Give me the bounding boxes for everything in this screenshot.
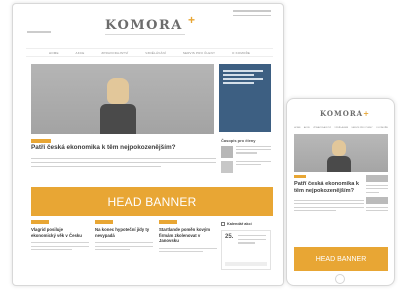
tablet-screen: KOMORA+ HOME AKCE ZPRAVODAJSTVÍ VZDĚLÁVÁ… — [292, 105, 390, 271]
tablet-nav-item[interactable]: SERVIS PRO ČLENY — [351, 127, 372, 129]
home-button-icon[interactable] — [335, 274, 345, 284]
head-banner[interactable]: HEAD BANNER — [31, 187, 273, 216]
main-article-excerpt — [31, 158, 216, 170]
category-tag[interactable] — [31, 139, 51, 143]
tablet-nav-item[interactable]: ZPRAVODAJSTVÍ — [313, 127, 331, 129]
tablet-sidebar — [366, 175, 388, 214]
figure-body — [100, 104, 136, 134]
calendar-day: 25. — [225, 234, 234, 240]
tablet-nav-item[interactable]: VZDĚLÁVÁNÍ — [334, 127, 348, 129]
tablet-mockup: KOMORA+ HOME AKCE ZPRAVODAJSTVÍ VZDĚLÁVÁ… — [286, 98, 395, 286]
category-tag — [159, 220, 177, 224]
topbar-links[interactable] — [233, 10, 271, 19]
category-tag[interactable] — [294, 175, 306, 178]
tablet-hero-image[interactable] — [294, 134, 388, 172]
tablet-article-title[interactable]: Patří česká ekonomika k těm nejpokozeněj… — [294, 181, 364, 195]
nav-item-o-komore[interactable]: O KOMOŘE — [232, 51, 250, 55]
desktop-mockup: KOMORA + HOME AKCE ZPRAVODAJSTVÍ VZDĚLÁV… — [12, 3, 284, 286]
tablet-nav-item[interactable]: HOME — [294, 127, 301, 129]
article-title[interactable]: Na konec hypoteční jídy ty nevypadá — [95, 227, 153, 238]
tablet-nav: HOME AKCE ZPRAVODAJSTVÍ VZDĚLÁVÁNÍ SERVI… — [294, 127, 388, 129]
hero-image[interactable] — [31, 64, 214, 134]
tablet-logo-wordmark: KOMORA — [320, 109, 364, 118]
article-card[interactable]: Na konec hypoteční jídy ty nevypadá — [95, 220, 153, 253]
nav-item-servis[interactable]: SERVIS PRO ČLENY — [183, 51, 215, 55]
sidebar-item[interactable] — [221, 161, 271, 173]
logo-wordmark: KOMORA — [105, 18, 183, 33]
article-title[interactable]: Vlagrid posiluje ekonomický věk v Česku — [31, 227, 89, 238]
nav-item-home[interactable]: HOME — [49, 51, 59, 55]
tablet-article-excerpt — [294, 200, 364, 214]
nav-item-vzdelavani[interactable]: VZDĚLÁVÁNÍ — [145, 51, 166, 55]
logo-tagline — [105, 34, 185, 35]
main-nav: HOME AKCE ZPRAVODAJSTVÍ VZDĚLÁVÁNÍ SERVI… — [26, 48, 273, 57]
article-card[interactable]: Startlande poměn kovým firmám zkolenovat… — [159, 220, 217, 255]
sidebar-list — [221, 146, 271, 176]
calendar-title: Kalendář akcí — [227, 222, 252, 226]
figure-head — [107, 78, 129, 104]
calendar-event[interactable]: 25. — [221, 230, 271, 270]
article-card[interactable]: Vlagrid posiluje ekonomický věk v Česku — [31, 220, 89, 253]
sidebar-ad[interactable] — [219, 64, 271, 132]
category-tag — [95, 220, 113, 224]
category-tag — [31, 220, 49, 224]
tablet-head-banner[interactable]: HEAD BANNER — [294, 247, 388, 271]
sidebar-item[interactable] — [221, 146, 271, 158]
tablet-nav-item[interactable]: AKCE — [304, 127, 310, 129]
figure-head — [332, 140, 346, 156]
article-title[interactable]: Startlande poměn kovým firmám zkolenovat… — [159, 227, 217, 244]
site-logo[interactable]: KOMORA + — [105, 13, 195, 38]
main-article-title[interactable]: Patří česká ekonomika k těm nejpokozeněj… — [31, 144, 216, 151]
nav-item-akce[interactable]: AKCE — [76, 51, 85, 55]
calendar-icon — [221, 222, 225, 226]
calendar-more-button[interactable] — [225, 262, 267, 266]
logo-plus-icon: + — [187, 13, 195, 27]
logo-plus-icon: + — [363, 109, 370, 118]
figure-body — [327, 156, 351, 172]
tablet-nav-item[interactable]: O KOMOŘE — [376, 127, 388, 129]
nav-item-zpravodajstvi[interactable]: ZPRAVODAJSTVÍ — [101, 51, 128, 55]
tablet-logo[interactable]: KOMORA+ — [320, 109, 370, 118]
event-calendar: Kalendář akcí 25. — [221, 222, 271, 270]
topbar-line — [27, 31, 51, 33]
sidebar-title: Časopis pro členy — [221, 138, 256, 143]
